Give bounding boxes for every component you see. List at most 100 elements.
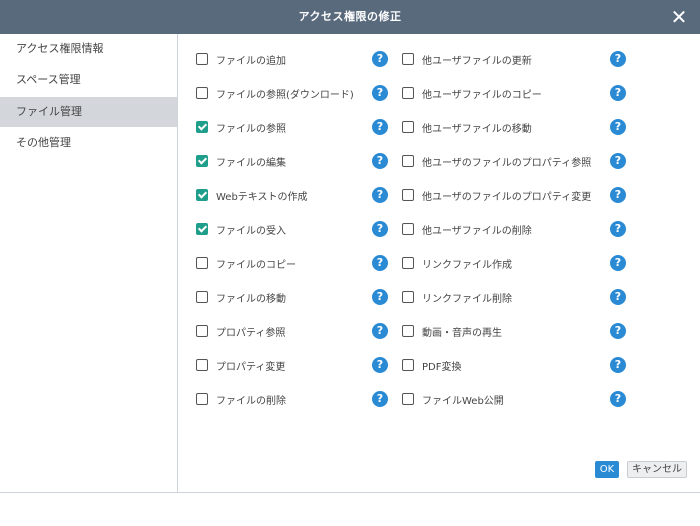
checkbox-checked[interactable] (196, 121, 208, 133)
help-icon[interactable]: ? (610, 85, 626, 101)
sidebar-item-access-info[interactable]: アクセス権限情報 (0, 34, 177, 64)
cancel-button[interactable]: キャンセル (627, 461, 687, 478)
sidebar-item-space-management[interactable]: スペース管理 (0, 65, 177, 95)
permission-label: ファイルの移動 (216, 294, 286, 305)
permission-checkbox-property-view[interactable]: プロパティ参照 (196, 322, 366, 342)
checkbox-checked[interactable] (196, 223, 208, 235)
help-icon[interactable]: ? (372, 221, 388, 237)
permission-checkbox-web-text-create[interactable]: Webテキストの作成 (196, 186, 366, 206)
help-icon[interactable]: ? (610, 323, 626, 339)
sidebar-item-file-management[interactable]: ファイル管理 (0, 97, 177, 127)
close-icon[interactable]: ✕ (666, 4, 692, 30)
checkbox[interactable] (402, 257, 414, 269)
checkbox[interactable] (196, 53, 208, 65)
checkbox-checked[interactable] (196, 189, 208, 201)
help-icon[interactable]: ? (372, 187, 388, 203)
help-icon[interactable]: ? (372, 391, 388, 407)
help-icon[interactable]: ? (610, 357, 626, 373)
help-icon[interactable]: ? (372, 289, 388, 305)
dialog-title: アクセス権限の修正 (298, 10, 402, 23)
checkbox[interactable] (402, 393, 414, 405)
permission-checkbox-other-user-property-view[interactable]: 他ユーザのファイルのプロパティ参照 (402, 152, 602, 172)
permission-checkbox-file-add[interactable]: ファイルの追加 (196, 50, 366, 70)
help-icon[interactable]: ? (610, 221, 626, 237)
help-icon[interactable]: ? (372, 153, 388, 169)
help-icon[interactable]: ? (610, 391, 626, 407)
permission-settings-panel: ファイルの追加 ? ファイルの参照(ダウンロード) ? ファイルの参照 ? ファ… (178, 34, 700, 493)
permission-checkbox-file-view[interactable]: ファイルの参照 (196, 118, 366, 138)
permission-label: リンクファイル作成 (422, 260, 512, 271)
checkbox[interactable] (402, 121, 414, 133)
checkbox[interactable] (402, 223, 414, 235)
help-icon[interactable]: ? (372, 85, 388, 101)
permission-label: 動画・音声の再生 (422, 328, 502, 339)
permission-checkbox-pdf-convert[interactable]: PDF変換 (402, 356, 602, 376)
help-icon[interactable]: ? (610, 187, 626, 203)
checkbox[interactable] (402, 359, 414, 371)
permission-checkbox-file-web-publish[interactable]: ファイルWeb公開 (402, 390, 602, 410)
checkbox-checked[interactable] (196, 155, 208, 167)
permission-label: ファイルWeb公開 (422, 396, 504, 407)
permission-checkbox-other-user-file-copy[interactable]: 他ユーザファイルのコピー (402, 84, 602, 104)
checkbox[interactable] (402, 189, 414, 201)
permission-checkbox-file-delete[interactable]: ファイルの削除 (196, 390, 366, 410)
permission-checkbox-link-file-delete[interactable]: リンクファイル削除 (402, 288, 602, 308)
checkbox[interactable] (196, 325, 208, 337)
dialog-bottom-border (0, 492, 700, 493)
help-icon[interactable]: ? (610, 255, 626, 271)
ok-button[interactable]: OK (595, 461, 619, 478)
permission-label: ファイルの削除 (216, 396, 286, 407)
permission-checkbox-file-download[interactable]: ファイルの参照(ダウンロード) (196, 84, 366, 104)
checkbox[interactable] (196, 393, 208, 405)
sidebar: アクセス権限情報 スペース管理 ファイル管理 その他管理 (0, 34, 178, 493)
permission-label: 他ユーザファイルのコピー (422, 90, 542, 101)
permission-label: 他ユーザファイルの更新 (422, 56, 532, 67)
help-icon[interactable]: ? (372, 357, 388, 373)
help-icon[interactable]: ? (372, 51, 388, 67)
permission-checkbox-other-user-file-update[interactable]: 他ユーザファイルの更新 (402, 50, 602, 70)
permission-checkbox-link-file-create[interactable]: リンクファイル作成 (402, 254, 602, 274)
checkbox[interactable] (196, 291, 208, 303)
help-icon[interactable]: ? (610, 289, 626, 305)
permission-label: 他ユーザファイルの移動 (422, 124, 532, 135)
checkbox[interactable] (196, 359, 208, 371)
permission-label: PDF変換 (422, 362, 462, 373)
help-icon[interactable]: ? (372, 323, 388, 339)
permission-checkbox-other-user-file-move[interactable]: 他ユーザファイルの移動 (402, 118, 602, 138)
permission-label: 他ユーザファイルの削除 (422, 226, 532, 237)
permission-label: ファイルの編集 (216, 158, 286, 169)
access-permission-dialog: アクセス権限の修正 ✕ アクセス権限情報 スペース管理 ファイル管理 その他管理… (0, 0, 700, 526)
permission-label: ファイルの追加 (216, 56, 286, 67)
permission-label: ファイルの受入 (216, 226, 286, 237)
help-icon[interactable]: ? (610, 51, 626, 67)
permission-checkbox-other-user-file-delete[interactable]: 他ユーザファイルの削除 (402, 220, 602, 240)
checkbox[interactable] (196, 87, 208, 99)
checkbox[interactable] (402, 155, 414, 167)
permission-checkbox-file-move[interactable]: ファイルの移動 (196, 288, 366, 308)
permission-checkbox-file-edit[interactable]: ファイルの編集 (196, 152, 366, 172)
permission-label: プロパティ参照 (216, 328, 286, 339)
checkbox[interactable] (402, 87, 414, 99)
checkbox[interactable] (196, 257, 208, 269)
permission-label: ファイルのコピー (216, 260, 296, 271)
checkbox[interactable] (402, 53, 414, 65)
permission-checkbox-media-playback[interactable]: 動画・音声の再生 (402, 322, 602, 342)
permission-checkbox-property-change[interactable]: プロパティ変更 (196, 356, 366, 376)
permission-label: 他ユーザのファイルのプロパティ変更 (422, 192, 592, 203)
checkbox[interactable] (402, 325, 414, 337)
help-icon[interactable]: ? (372, 119, 388, 135)
permission-label: 他ユーザのファイルのプロパティ参照 (422, 158, 592, 169)
help-icon[interactable]: ? (372, 255, 388, 271)
sidebar-item-other-management[interactable]: その他管理 (0, 128, 177, 158)
checkbox[interactable] (402, 291, 414, 303)
permission-label: プロパティ変更 (216, 362, 286, 373)
help-icon[interactable]: ? (610, 153, 626, 169)
permission-checkbox-other-user-property-change[interactable]: 他ユーザのファイルのプロパティ変更 (402, 186, 602, 206)
permission-label: Webテキストの作成 (216, 192, 308, 203)
dialog-titlebar: アクセス権限の修正 ✕ (0, 0, 700, 34)
permission-label: ファイルの参照(ダウンロード) (216, 90, 354, 101)
permission-checkbox-file-copy[interactable]: ファイルのコピー (196, 254, 366, 274)
help-icon[interactable]: ? (610, 119, 626, 135)
permission-checkbox-file-accept[interactable]: ファイルの受入 (196, 220, 366, 240)
permission-label: リンクファイル削除 (422, 294, 512, 305)
